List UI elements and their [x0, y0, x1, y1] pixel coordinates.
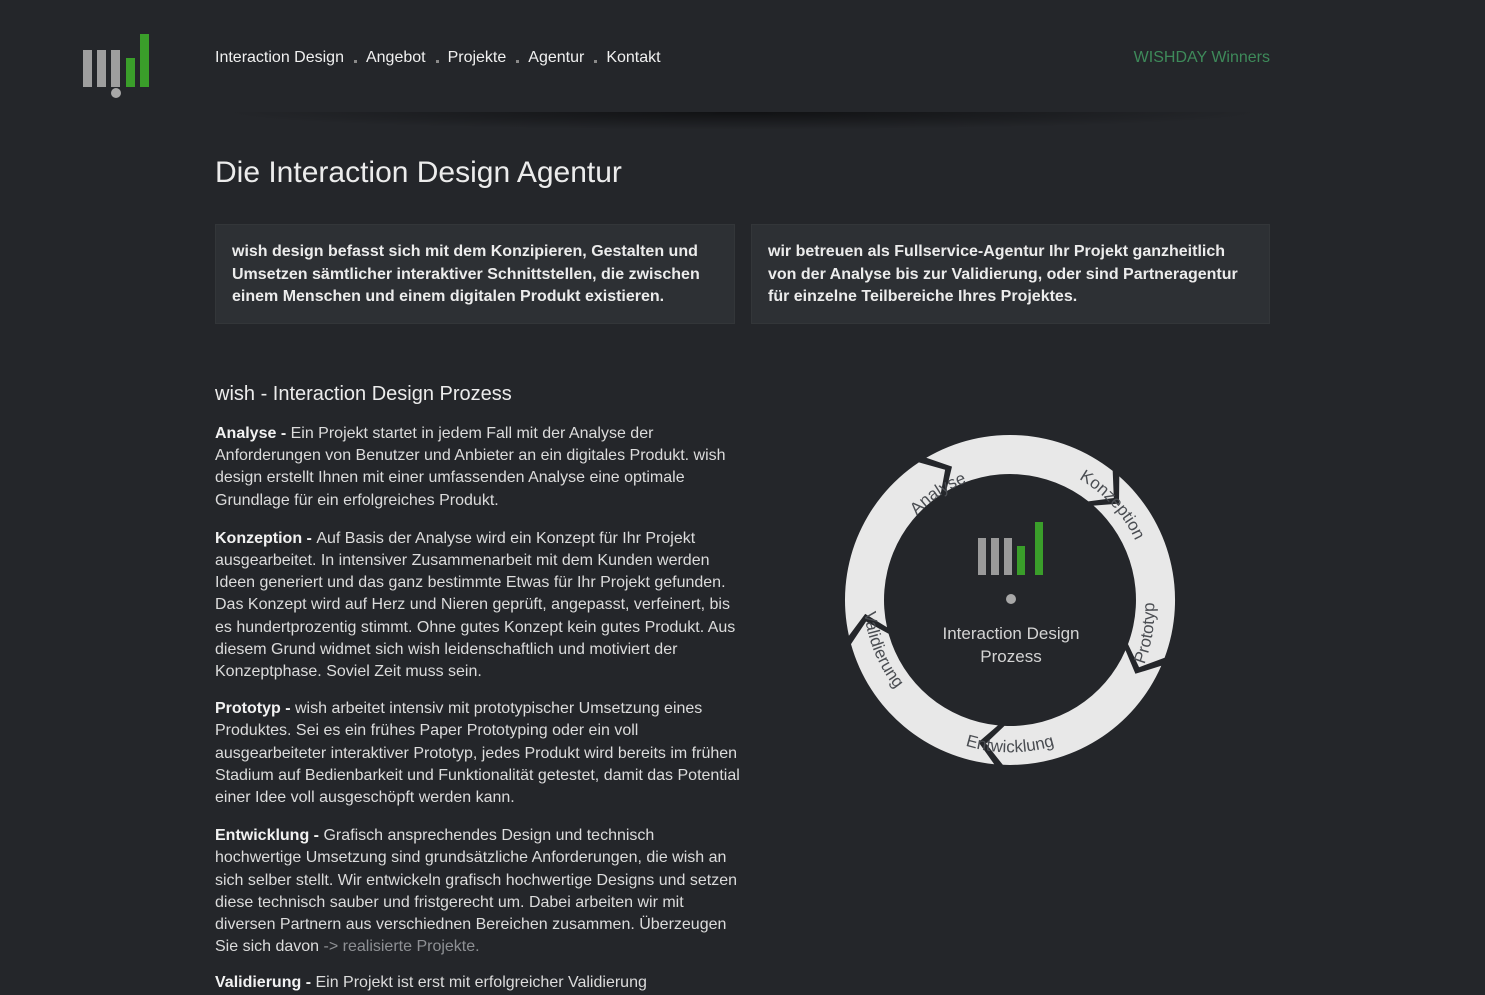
- wishday-winners-link[interactable]: WISHDAY Winners: [1134, 49, 1270, 67]
- nav-interaction-design[interactable]: Interaction Design: [215, 49, 344, 67]
- diagram-center-line1: Interaction Design: [942, 624, 1079, 643]
- nav-kontakt[interactable]: Kontakt: [606, 49, 660, 67]
- step-term: Analyse -: [215, 425, 291, 442]
- step-entwicklung: Entwicklung - Grafisch ansprechendes Des…: [215, 825, 740, 958]
- logo-bar: [97, 50, 106, 87]
- step-term: Entwicklung -: [215, 827, 324, 845]
- logo[interactable]: [83, 17, 149, 101]
- nav-separator: [516, 60, 520, 63]
- logo-bar-green: [140, 34, 149, 87]
- step-term: Validierung -: [215, 974, 316, 992]
- nav-separator: [435, 60, 439, 63]
- nav-projekte[interactable]: Projekte: [448, 49, 507, 67]
- ring-segment-konzeption: [1093, 476, 1176, 668]
- nav-separator: [353, 60, 357, 63]
- page-title: Die Interaction Design Agentur: [215, 156, 622, 189]
- step-konzeption: Konzeption - Auf Basis der Analyse wird …: [215, 528, 740, 595]
- main-nav: Interaction Design Angebot Projekte Agen…: [215, 49, 661, 67]
- step-prototyp: Prototyp - wish arbeitet intensiv mit pr…: [215, 698, 740, 809]
- step-text: Ein Projekt startet in jedem Fall mit de…: [215, 425, 726, 509]
- logo-bar-green: [126, 58, 135, 87]
- logo-bar: [83, 50, 92, 87]
- realisierte-projekte-link[interactable]: -> realisierte Projekte.: [324, 938, 480, 955]
- intro-box-right: wir betreuen als Fullservice-Agentur Ihr…: [751, 224, 1270, 324]
- process-description: Analyse - Ein Projekt startet in jedem F…: [215, 423, 740, 995]
- logo-bar: [111, 50, 120, 87]
- nav-separator: [594, 60, 598, 63]
- header-divider: [215, 112, 1270, 130]
- step-term: Konzeption -: [215, 529, 317, 547]
- step-konzeption-cont: Das Konzept wird auf Herz und Nieren gep…: [215, 596, 736, 681]
- step-text: Grafisch ansprechendes Design und techni…: [215, 827, 738, 956]
- center-logo: [978, 522, 1043, 604]
- section-title: wish - Interaction Design Prozess: [215, 383, 512, 405]
- step-text: Ein Projekt ist erst mit erfolgreicher V…: [315, 974, 647, 992]
- process-diagram: Interaction Design Prozess Analyse Konze…: [844, 435, 1176, 765]
- intro-box-left: wish design befasst sich mit dem Konzipi…: [215, 224, 735, 324]
- step-validierung: Validierung - Ein Projekt ist erst mit e…: [215, 972, 740, 994]
- logo-dot: [111, 88, 121, 98]
- nav-angebot[interactable]: Angebot: [366, 49, 426, 67]
- step-analyse: Analyse - Ein Projekt startet in jedem F…: [215, 423, 740, 512]
- nav-agentur[interactable]: Agentur: [528, 49, 584, 67]
- step-term: Prototyp -: [215, 700, 295, 718]
- diagram-center-line2: Prozess: [980, 647, 1041, 666]
